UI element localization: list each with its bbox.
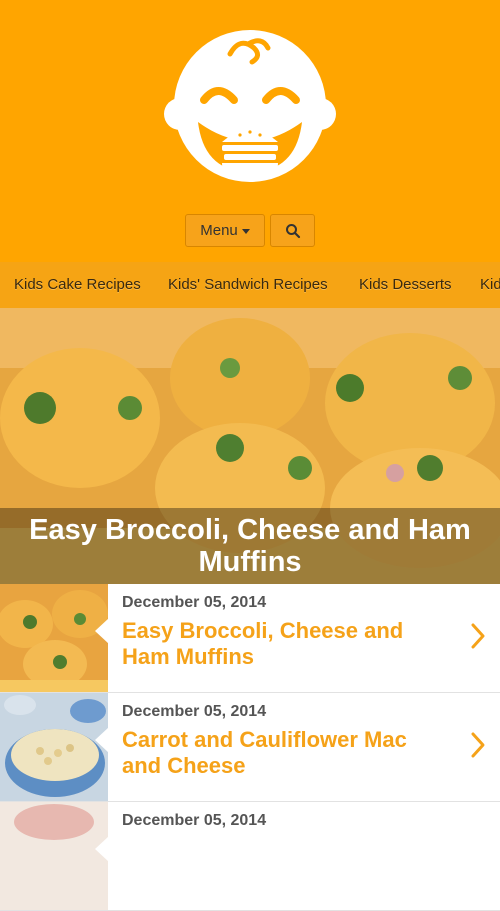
featured-post[interactable]: Easy Broccoli, Cheese and Ham Muffins: [0, 308, 500, 584]
post-list-item[interactable]: December 05, 2014: [0, 802, 500, 911]
search-button[interactable]: [270, 214, 315, 247]
baby-burger-logo-icon[interactable]: [150, 24, 350, 188]
post-title[interactable]: Carrot and Cauliflower Mac and Cheese: [122, 727, 442, 779]
post-thumbnail: [0, 584, 108, 692]
post-date: December 05, 2014: [122, 812, 267, 829]
category-link-kids-sandwich[interactable]: Kids' Sandwich Recipes: [168, 262, 328, 308]
search-icon: [285, 223, 300, 238]
category-link-kids-desserts[interactable]: Kids Desserts: [359, 262, 452, 308]
post-list-item[interactable]: December 05, 2014 Carrot and Cauliflower…: [0, 693, 500, 802]
post-thumbnail: [0, 802, 108, 910]
featured-post-title[interactable]: Easy Broccoli, Cheese and Ham Muffins: [0, 508, 500, 584]
post-title[interactable]: Easy Broccoli, Cheese and Ham Muffins: [122, 618, 442, 670]
category-nav: Kids Cake Recipes Kids' Sandwich Recipes…: [0, 262, 500, 308]
site-header: Menu: [0, 0, 500, 262]
thumbnail-notch: [95, 618, 109, 644]
thumbnail-notch: [95, 727, 109, 753]
post-date: December 05, 2014: [122, 703, 267, 720]
menu-button[interactable]: Menu: [185, 214, 265, 247]
category-link-kids-cake[interactable]: Kids Cake Recipes: [14, 262, 141, 308]
post-list-item[interactable]: December 05, 2014 Easy Broccoli, Cheese …: [0, 584, 500, 693]
post-date: December 05, 2014: [122, 594, 267, 611]
thumbnail-notch: [95, 836, 109, 862]
caret-down-icon: [241, 229, 250, 234]
category-link-kids-more[interactable]: Kid: [480, 262, 500, 308]
chevron-right-icon[interactable]: [470, 731, 486, 759]
chevron-right-icon[interactable]: [470, 622, 486, 650]
post-thumbnail: [0, 693, 108, 801]
menu-button-label: Menu: [200, 222, 238, 239]
